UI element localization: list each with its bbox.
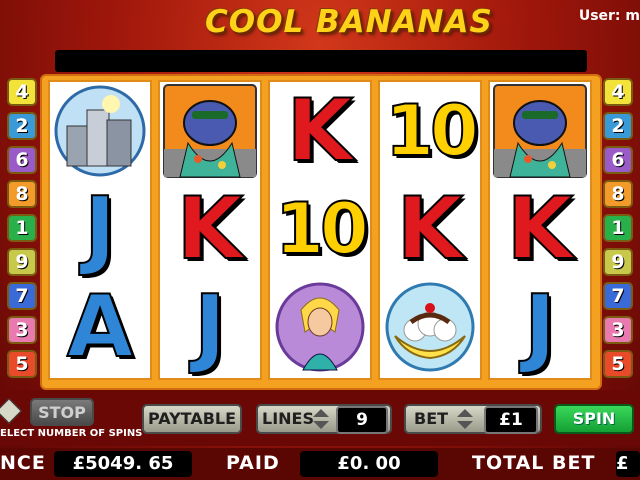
symbol-k-text: K: [396, 179, 465, 279]
symbol-j-text: J: [193, 277, 227, 377]
symbol-10: 10: [380, 82, 480, 180]
symbol-j: J: [160, 278, 260, 376]
line-button-right-3[interactable]: 3: [603, 316, 633, 344]
reel-4: 10 K: [378, 80, 482, 380]
line-button-left-1[interactable]: 1: [7, 214, 37, 242]
message-bar: [55, 50, 587, 72]
reel-3: K 10: [268, 80, 372, 380]
symbol-j: J: [50, 180, 150, 278]
total-bet-value: £: [616, 451, 640, 477]
stop-button[interactable]: STOP: [30, 398, 94, 426]
line-button-right-9[interactable]: 9: [603, 248, 633, 276]
symbol-k: K: [380, 180, 480, 278]
gorilla-icon: [490, 82, 590, 180]
game-title: COOL BANANAS: [205, 4, 493, 40]
line-button-right-6[interactable]: 6: [603, 146, 633, 174]
bet-value: £1: [484, 406, 538, 434]
bet-label: BET: [414, 409, 449, 428]
paid-value: £0. 00: [300, 451, 438, 477]
spins-caption: ELECT NUMBER OF SPINS: [0, 428, 143, 439]
symbol-10-text: 10: [274, 188, 369, 270]
line-button-left-4[interactable]: 4: [7, 78, 37, 106]
lines-label: LINES: [262, 409, 314, 428]
reel-5: K J: [488, 80, 592, 380]
symbol-a-text: A: [66, 277, 135, 377]
line-button-left-5[interactable]: 5: [7, 350, 37, 378]
paytable-button[interactable]: PAYTABLE: [142, 404, 242, 434]
spin-button[interactable]: SPIN: [554, 404, 634, 434]
skyscraper-icon: [50, 82, 150, 180]
line-button-left-8[interactable]: 8: [7, 180, 37, 208]
total-bet-label: TOTAL BET: [472, 452, 596, 474]
reel-2: K J: [158, 80, 262, 380]
banana-split-icon: [380, 278, 480, 376]
line-button-right-5[interactable]: 5: [603, 350, 633, 378]
symbol-k: K: [270, 82, 370, 180]
reel-1: J A: [48, 80, 152, 380]
line-button-right-2[interactable]: 2: [603, 112, 633, 140]
lines-stepper-icon[interactable]: [312, 408, 330, 438]
symbol-10: 10: [270, 180, 370, 278]
girl-icon: [270, 278, 370, 376]
line-button-right-8[interactable]: 8: [603, 180, 633, 208]
symbol-k-text: K: [286, 81, 355, 181]
symbol-10-text: 10: [384, 90, 479, 172]
symbol-a: A: [50, 278, 150, 376]
symbol-k: K: [490, 180, 590, 278]
symbol-k-text: K: [176, 179, 245, 279]
paid-label: PAID: [226, 452, 280, 474]
line-button-right-4[interactable]: 4: [603, 78, 633, 106]
symbol-j-text: J: [83, 179, 117, 279]
user-label: User: m: [578, 8, 640, 24]
line-button-left-2[interactable]: 2: [7, 112, 37, 140]
line-button-left-7[interactable]: 7: [7, 282, 37, 310]
bet-stepper-icon[interactable]: [456, 408, 474, 438]
lines-value: 9: [336, 406, 388, 434]
bet-control: BET £1: [404, 404, 542, 434]
balance-value: £5049. 65: [54, 451, 192, 477]
gorilla-icon: [160, 82, 260, 180]
line-button-left-3[interactable]: 3: [7, 316, 37, 344]
lines-control: LINES 9: [256, 404, 392, 434]
symbol-j-text: J: [523, 277, 557, 377]
line-button-left-9[interactable]: 9: [7, 248, 37, 276]
symbol-k-text: K: [506, 179, 575, 279]
line-button-left-6[interactable]: 6: [7, 146, 37, 174]
symbol-j: J: [490, 278, 590, 376]
line-button-right-1[interactable]: 1: [603, 214, 633, 242]
symbol-k: K: [160, 180, 260, 278]
balance-label: NCE: [0, 452, 46, 474]
line-button-right-7[interactable]: 7: [603, 282, 633, 310]
